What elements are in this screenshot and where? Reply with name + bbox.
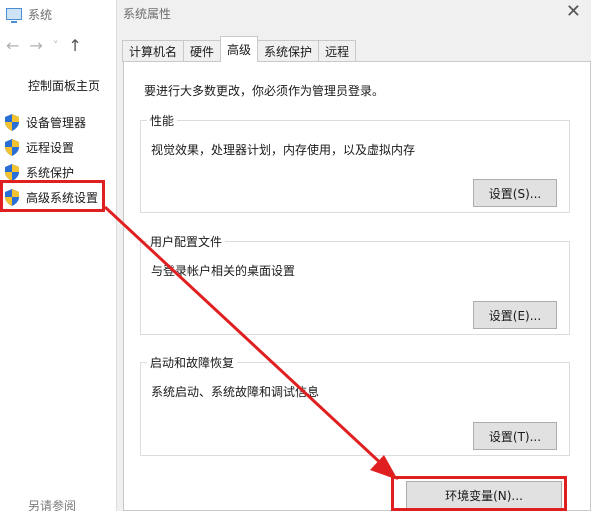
uac-shield-icon bbox=[5, 139, 19, 156]
tab-bar: 计算机名 硬件 高级 系统保护 远程 bbox=[122, 36, 357, 62]
startup-recovery-group: 启动和故障恢复 系统启动、系统故障和调试信息 设置(T)... bbox=[140, 354, 570, 456]
user-profiles-description: 与登录帐户相关的桌面设置 bbox=[151, 264, 296, 278]
performance-group: 性能 视觉效果，处理器计划，内存使用，以及虚拟内存 设置(S)... bbox=[140, 112, 570, 213]
user-profiles-group: 用户配置文件 与登录帐户相关的桌面设置 设置(E)... bbox=[140, 233, 570, 335]
system-window-title-text: 系统 bbox=[28, 7, 53, 22]
nav-bar: ← → ˅ ↑ bbox=[6, 36, 82, 55]
back-arrow-icon[interactable]: ← bbox=[6, 36, 19, 55]
control-panel-home-link[interactable]: 控制面板主页 bbox=[28, 77, 100, 94]
system-window: 系统 ← → ˅ ↑ 控制面板主页 设备管理器 远程设置 系统保护 高级系统设置… bbox=[0, 0, 116, 511]
tab-system-protection[interactable]: 系统保护 bbox=[257, 40, 320, 62]
sidebar-item-device-manager[interactable]: 设备管理器 bbox=[4, 110, 98, 135]
startup-recovery-settings-button[interactable]: 设置(T)... bbox=[473, 422, 557, 450]
uac-shield-icon bbox=[5, 164, 19, 181]
tab-hardware[interactable]: 硬件 bbox=[183, 40, 222, 62]
sidebar-item-label: 远程设置 bbox=[26, 141, 75, 155]
startup-recovery-description: 系统启动、系统故障和调试信息 bbox=[151, 385, 320, 399]
system-properties-dialog: 系统属性 ✕ 计算机名 硬件 高级 系统保护 远程 要进行大多数更改，你必须作为… bbox=[117, 0, 591, 511]
user-profiles-group-title: 用户配置文件 bbox=[147, 233, 226, 250]
performance-group-title: 性能 bbox=[147, 112, 178, 129]
highlight-box-environment-variables bbox=[391, 476, 567, 511]
up-arrow-icon[interactable]: ↑ bbox=[68, 36, 81, 55]
tab-computer-name[interactable]: 计算机名 bbox=[122, 40, 185, 62]
dialog-title: 系统属性 bbox=[123, 7, 172, 21]
performance-description: 视觉效果，处理器计划，内存使用，以及虚拟内存 bbox=[151, 143, 416, 157]
sidebar-item-label: 系统保护 bbox=[26, 166, 75, 180]
close-icon[interactable]: ✕ bbox=[566, 2, 581, 22]
see-also-heading: 另请参阅 bbox=[28, 499, 77, 511]
computer-icon bbox=[6, 8, 22, 23]
highlight-box-advanced-settings bbox=[0, 180, 105, 212]
startup-recovery-group-title: 启动和故障恢复 bbox=[147, 354, 238, 371]
performance-settings-button[interactable]: 设置(S)... bbox=[473, 179, 557, 207]
tab-remote[interactable]: 远程 bbox=[318, 40, 357, 62]
history-dropdown-icon[interactable]: ˅ bbox=[53, 39, 59, 52]
system-window-title: 系统 bbox=[6, 4, 52, 24]
uac-shield-icon bbox=[5, 114, 19, 131]
forward-arrow-icon[interactable]: → bbox=[29, 36, 42, 55]
sidebar-item-label: 设备管理器 bbox=[26, 116, 87, 130]
tab-advanced[interactable]: 高级 bbox=[220, 36, 259, 62]
admin-note: 要进行大多数更改，你必须作为管理员登录。 bbox=[144, 84, 385, 98]
sidebar-item-remote-settings[interactable]: 远程设置 bbox=[4, 135, 98, 160]
advanced-tab-panel: 要进行大多数更改，你必须作为管理员登录。 性能 视觉效果，处理器计划，内存使用，… bbox=[123, 61, 591, 511]
user-profiles-settings-button[interactable]: 设置(E)... bbox=[473, 301, 557, 329]
